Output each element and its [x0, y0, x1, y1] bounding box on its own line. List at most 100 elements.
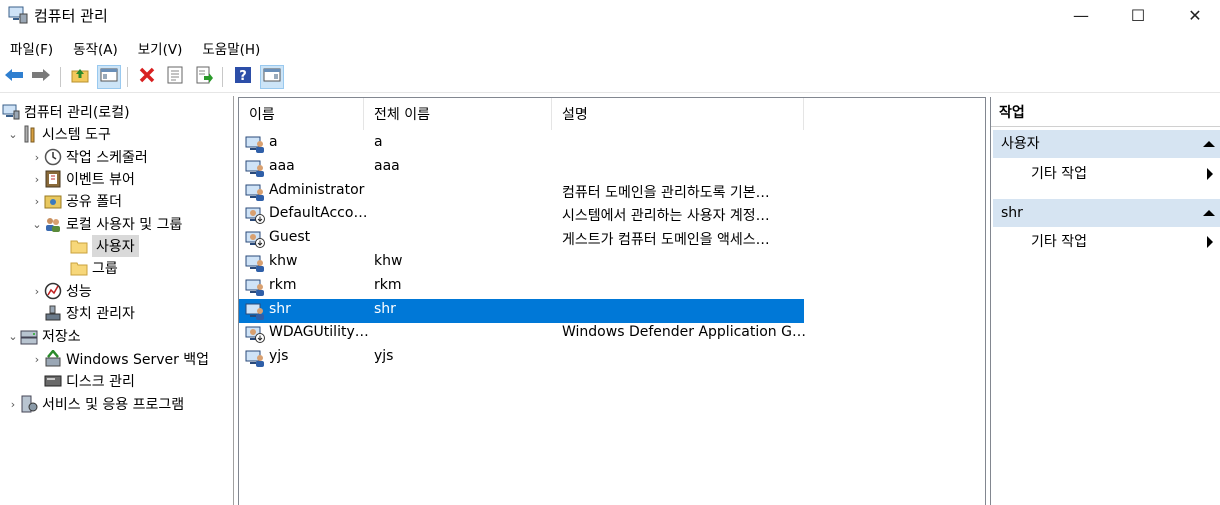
menu-file[interactable]: 파일(F): [0, 34, 63, 60]
tree-item-performance[interactable]: › 성능: [30, 280, 92, 302]
chevron-right-icon[interactable]: ›: [6, 398, 20, 411]
delete-x-icon: [138, 66, 156, 88]
chevron-right-icon[interactable]: ›: [30, 151, 44, 164]
tree-item-computer-management[interactable]: 컴퓨터 관리(로컬): [2, 101, 130, 123]
actions-section-selected-user[interactable]: shr: [993, 199, 1220, 227]
user-row-a[interactable]: aa: [239, 132, 804, 156]
export-list-icon: [195, 66, 213, 88]
column-header-name[interactable]: 이름: [239, 98, 364, 130]
chevron-right-icon[interactable]: ›: [30, 195, 44, 208]
chevron-right-icon[interactable]: ›: [30, 353, 44, 366]
tree-item-event-viewer[interactable]: › 이벤트 뷰어: [30, 168, 135, 190]
user-icon: [245, 183, 265, 201]
user-row-guest[interactable]: Guest 게스트가 컴퓨터 도메인을 액세스…: [239, 227, 804, 251]
chevron-down-icon[interactable]: ⌄: [6, 128, 20, 141]
forward-button[interactable]: [29, 65, 53, 89]
user-row-wdagutility[interactable]: WDAGUtility… Windows Defender Application…: [239, 322, 806, 346]
user-icon: [245, 254, 265, 272]
chevron-down-icon[interactable]: ⌄: [6, 330, 20, 343]
actions-pane: 작업 사용자 기타 작업 shr 기타 작업: [990, 97, 1220, 505]
disk-icon: [44, 372, 62, 390]
back-arrow-icon: [4, 67, 24, 87]
user-name-cell: DefaultAcco…: [269, 205, 368, 222]
submenu-arrow-icon: [1207, 168, 1213, 180]
device-manager-icon: [44, 304, 62, 322]
tree-item-shared-folders[interactable]: › 공유 폴더: [30, 190, 122, 212]
user-row-rkm[interactable]: rkm rkm: [239, 275, 804, 299]
properties-button[interactable]: [163, 65, 187, 89]
show-hide-tree-button[interactable]: [97, 65, 121, 89]
submenu-arrow-icon: [1207, 236, 1213, 248]
user-icon: [245, 159, 265, 177]
user-full-name-cell: shr: [374, 300, 396, 317]
collapse-triangle-icon: [1203, 210, 1215, 216]
user-icon: [245, 135, 265, 153]
computer-icon: [2, 103, 20, 121]
storage-icon: [20, 327, 38, 345]
user-name-cell: a: [269, 134, 278, 150]
user-row-defaultacco[interactable]: DefaultAcco… 시스템에서 관리하는 사용자 계정…: [239, 203, 804, 227]
tree-item-device-manager[interactable]: 장치 관리자: [44, 302, 135, 324]
tree-item-storage[interactable]: ⌄ 저장소: [6, 325, 80, 347]
user-name-cell: Guest: [269, 229, 311, 246]
forward-arrow-icon: [31, 67, 51, 87]
tree-item-groups[interactable]: 그룹: [70, 257, 118, 279]
tree-item-services-apps[interactable]: › 서비스 및 응용 프로그램: [6, 393, 184, 415]
actions-more-actions-user[interactable]: 기타 작업: [991, 228, 1219, 256]
svg-text:?: ?: [239, 69, 247, 84]
user-name-cell: rkm: [269, 276, 297, 293]
up-folder-button[interactable]: [68, 65, 92, 89]
actions-section-users[interactable]: 사용자: [993, 130, 1220, 158]
user-icon: [245, 349, 265, 368]
user-disabled-icon: [245, 230, 265, 249]
column-header-description[interactable]: 설명: [552, 98, 804, 130]
help-button[interactable]: ?: [231, 65, 255, 89]
user-icon: [245, 302, 265, 320]
tree-item-windows-server-backup[interactable]: › Windows Server 백업: [30, 348, 209, 370]
user-full-name-cell: khw: [374, 253, 403, 269]
close-button[interactable]: ✕: [1166, 0, 1220, 30]
delete-button[interactable]: [135, 65, 159, 89]
properties-icon: [166, 66, 184, 88]
clock-icon: [44, 148, 62, 166]
help-icon: ?: [234, 66, 252, 88]
user-row-shr[interactable]: shr shr: [239, 298, 804, 323]
column-header-full-name[interactable]: 전체 이름: [364, 98, 552, 130]
menu-view[interactable]: 보기(V): [128, 34, 193, 60]
chevron-down-icon[interactable]: ⌄: [30, 218, 44, 231]
up-folder-icon: [71, 67, 89, 87]
chevron-right-icon[interactable]: ›: [30, 285, 44, 298]
maximize-button[interactable]: ☐: [1109, 0, 1167, 30]
window-title: 컴퓨터 관리: [34, 7, 108, 25]
user-description-cell: Windows Defender Application G…: [562, 324, 806, 341]
tree-item-users[interactable]: 사용자: [70, 235, 139, 257]
tools-icon: [20, 125, 38, 143]
console-tree: 컴퓨터 관리(로컬) ⌄ 시스템 도구 › 작업 스케줄러 › 이벤트 뷰어 ›…: [0, 96, 234, 505]
user-description-cell: 게스트가 컴퓨터 도메인을 액세스…: [562, 232, 770, 249]
menu-action[interactable]: 동작(A): [63, 34, 128, 60]
back-button[interactable]: [2, 65, 26, 89]
chevron-right-icon[interactable]: ›: [30, 173, 44, 186]
user-row-khw[interactable]: khw khw: [239, 251, 804, 275]
export-list-button[interactable]: [192, 65, 216, 89]
console-tree-icon: [100, 67, 118, 87]
actions-title: 작업: [991, 97, 1220, 127]
user-row-aaa[interactable]: aaa aaa: [239, 156, 804, 180]
show-hide-action-pane-button[interactable]: [260, 65, 284, 89]
user-row-yjs[interactable]: yjs yjs: [239, 346, 804, 370]
tree-item-disk-management[interactable]: 디스크 관리: [44, 370, 135, 392]
tree-item-local-users-groups[interactable]: ⌄ 로컬 사용자 및 그룹: [30, 213, 182, 235]
collapse-triangle-icon: [1203, 141, 1215, 147]
actions-more-actions[interactable]: 기타 작업: [991, 160, 1219, 188]
toolbar-separator: [60, 67, 61, 87]
toolbar: ?: [0, 62, 1220, 93]
tree-item-system-tools[interactable]: ⌄ 시스템 도구: [6, 123, 111, 145]
user-name-cell: aaa: [269, 157, 295, 174]
user-row-administrator[interactable]: Administrator 컴퓨터 도메인을 관리하도록 기본…: [239, 180, 804, 204]
user-full-name-cell: yjs: [374, 348, 394, 365]
minimize-button[interactable]: —: [1052, 0, 1110, 30]
shared-folder-icon: [44, 192, 62, 210]
toolbar-separator: [127, 67, 128, 87]
menu-help[interactable]: 도움말(H): [192, 34, 270, 60]
tree-item-task-scheduler[interactable]: › 작업 스케줄러: [30, 146, 148, 168]
